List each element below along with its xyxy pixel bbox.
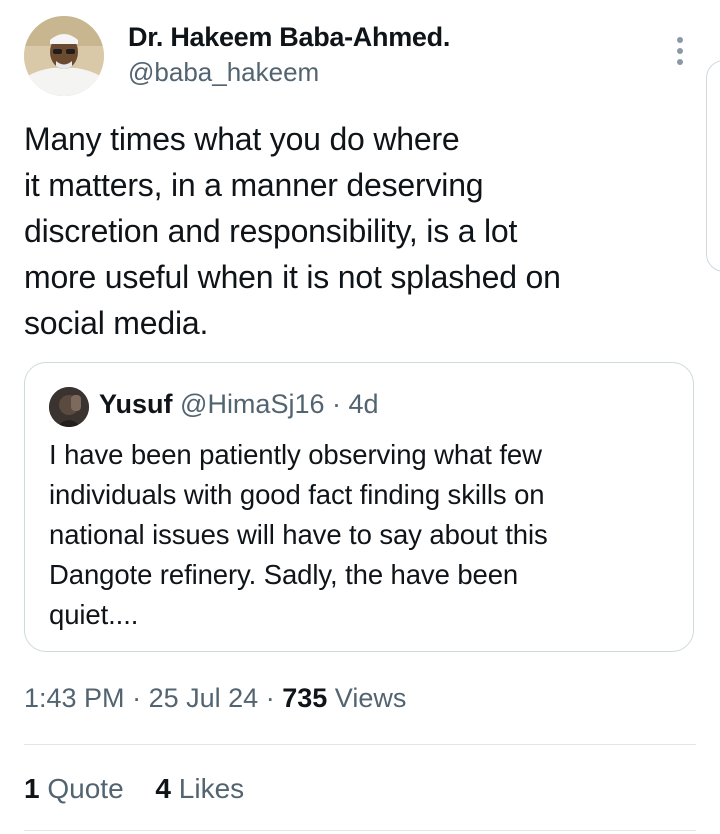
tweet-text-line: discretion and responsibility, is a lot — [24, 213, 518, 249]
author-avatar[interactable] — [24, 16, 104, 96]
author-handle[interactable]: @baba_hakeem — [128, 57, 319, 88]
author-name[interactable]: Dr. Hakeem Baba-Ahmed. — [128, 22, 450, 53]
tweet-text-line: Many times what you do where — [24, 121, 460, 157]
quote-header: Yusuf @HimaSj16 · 4d — [99, 389, 379, 420]
tweet-text: Many times what you do where it matters,… — [24, 116, 684, 346]
quote-avatar-image — [49, 387, 89, 427]
quote-text-line: Dangote refinery. Sadly, the have been — [49, 559, 519, 590]
tweet-text-line: social media. — [24, 305, 209, 341]
tweet-detail: Dr. Hakeem Baba-Ahmed. @baba_hakeem Many… — [0, 0, 720, 834]
divider — [24, 744, 696, 745]
quoted-tweet-card[interactable]: Yusuf @HimaSj16 · 4d I have been patient… — [24, 362, 694, 652]
more-options-button[interactable] — [668, 34, 692, 68]
quote-text-line: quiet.... — [49, 599, 139, 630]
views-label: Views — [334, 683, 407, 713]
quote-text-line: national issues will have to say about t… — [49, 519, 548, 550]
quote-separator: · — [332, 389, 341, 419]
quotes-label: Quote — [47, 773, 124, 804]
quote-text-line: I have been patiently observing what few — [49, 439, 542, 470]
likes-label: Likes — [178, 773, 245, 804]
meta-separator: · — [132, 683, 142, 713]
more-vertical-icon — [677, 37, 683, 65]
quote-author-name[interactable]: Yusuf — [99, 389, 173, 419]
likes-count: 4 — [155, 773, 171, 804]
likes-stat[interactable]: 4 Likes — [155, 773, 244, 804]
tweet-metadata: 1:43 PM · 25 Jul 24 · 735 Views — [24, 683, 406, 714]
tweet-text-line: more useful when it is not splashed on — [24, 259, 561, 295]
author-avatar-image — [24, 16, 104, 96]
quotes-stat[interactable]: 1 Quote — [24, 773, 124, 804]
tweet-text-line: it matters, in a manner deserving — [24, 167, 484, 203]
partial-side-card — [706, 60, 720, 272]
engagement-stats: 1 Quote 4 Likes — [24, 773, 268, 805]
divider — [24, 830, 696, 831]
quote-author-handle[interactable]: @HimaSj16 — [180, 389, 324, 419]
meta-separator: · — [265, 683, 275, 713]
tweet-date[interactable]: 25 Jul 24 — [149, 683, 259, 713]
quote-text-line: individuals with good fact finding skill… — [49, 479, 545, 510]
views-count: 735 — [282, 683, 328, 713]
tweet-time[interactable]: 1:43 PM — [24, 683, 125, 713]
quotes-count: 1 — [24, 773, 40, 804]
quote-text: I have been patiently observing what few… — [49, 435, 679, 635]
quote-author-avatar[interactable] — [49, 387, 89, 427]
quote-timestamp: 4d — [348, 389, 379, 419]
